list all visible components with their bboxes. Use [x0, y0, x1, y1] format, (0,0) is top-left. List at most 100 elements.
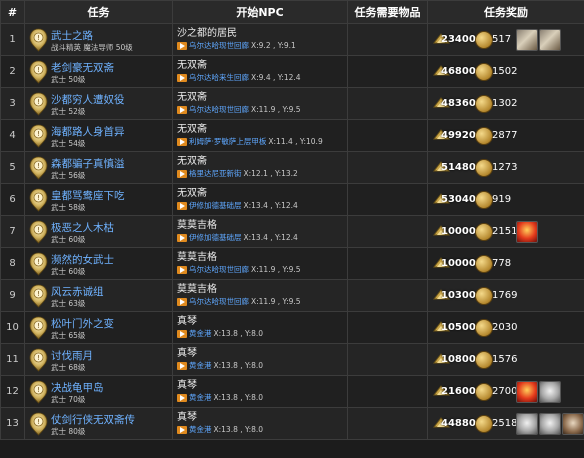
quest-name-link[interactable]: 老剑豪无双斋	[51, 60, 114, 75]
npc-zone[interactable]: 格里达尼亚新街	[189, 168, 242, 180]
quest-name-link[interactable]: 皇都骂鸯座下吃	[51, 188, 125, 203]
quest-requirement: 武士 60级	[51, 235, 86, 244]
table-row: 11 ! 讨伐雨月 武士 68级 真琴 黄金港 X:13.8 , Y:8.0 1…	[0, 343, 584, 376]
npc-location[interactable]: 利姆萨·罗敏萨上层甲板 X:11.4 , Y:10.9	[177, 136, 347, 148]
table-row: 7 ! 极恶之人木枯 武士 60级 莫莫吉格 伊修加德基础层 X:13.4 , …	[0, 215, 584, 248]
npc-name: 真琴	[177, 348, 197, 359]
quest-icon: !	[28, 92, 49, 116]
red-item-icon[interactable]	[516, 381, 538, 403]
gil-coin-icon	[475, 159, 493, 177]
red-item-icon[interactable]	[516, 221, 538, 243]
header-quest: 任务	[24, 0, 173, 24]
map-marker-icon[interactable]	[177, 42, 187, 50]
npc-location[interactable]: 伊修加德基础层 X:13.4 , Y:12.4	[177, 200, 347, 212]
npc-location[interactable]: 黄金港 X:13.8 , Y:8.0	[177, 360, 347, 372]
map-marker-icon[interactable]	[177, 138, 187, 146]
quest-cell: ! 讨伐雨月 武士 68级	[24, 343, 173, 376]
map-marker-icon[interactable]	[177, 330, 187, 338]
npc-name: 莫莫吉格	[177, 284, 217, 295]
broadsword-item-icon[interactable]	[539, 29, 561, 51]
map-marker-icon[interactable]	[177, 426, 187, 434]
map-marker-icon[interactable]	[177, 170, 187, 178]
npc-cell: 莫莫吉格 伊修加德基础层 X:13.4 , Y:12.4	[172, 215, 348, 248]
grey-item-icon[interactable]	[516, 413, 538, 435]
quest-name-link[interactable]: 讨伐雨月	[51, 348, 93, 363]
quest-name-link[interactable]: 松叶门外之变	[51, 316, 114, 331]
npc-location[interactable]: 乌尔达哈现世回廊 X:11.9 , Y:9.5	[177, 264, 347, 276]
npc-location[interactable]: 乌尔达哈现世回廊 X:11.9 , Y:9.5	[177, 104, 347, 116]
npc-cell: 莫莫吉格 乌尔达哈现世回廊 X:11.9 , Y:9.5	[172, 279, 348, 312]
npc-name: 莫莫吉格	[177, 220, 217, 231]
rewards-cell: 53040 919	[427, 183, 584, 216]
exp-reward: 49920	[441, 130, 476, 141]
npc-location[interactable]: 格里达尼亚新街 X:12.1 , Y:13.2	[177, 168, 347, 180]
required-items-cell	[347, 151, 428, 184]
rewards-cell: 49920 2877	[427, 119, 584, 152]
map-marker-icon[interactable]	[177, 106, 187, 114]
gil-reward: 1273	[492, 162, 518, 173]
npc-location[interactable]: 乌尔达哈现世回廊 X:9.2 , Y:9.1	[177, 40, 347, 52]
grey-item-icon[interactable]	[539, 381, 561, 403]
npc-cell: 真琴 黄金港 X:13.8 , Y:8.0	[172, 375, 348, 408]
brown-item-icon[interactable]	[562, 413, 584, 435]
npc-location[interactable]: 乌尔达哈来生回廊 X:9.4 , Y:12.4	[177, 72, 347, 84]
row-number: 7	[0, 215, 25, 248]
svg-text:!: !	[37, 386, 40, 394]
map-marker-icon[interactable]	[177, 234, 187, 242]
quest-name-link[interactable]: 极恶之人木枯	[51, 220, 114, 235]
svg-text:!: !	[37, 322, 40, 330]
quest-requirement: 武士 70级	[51, 395, 86, 404]
required-items-cell	[347, 343, 428, 376]
npc-zone[interactable]: 利姆萨·罗敏萨上层甲板	[189, 136, 266, 148]
quest-name-link[interactable]: 仗剑行侠无双斋传	[51, 412, 135, 427]
npc-location[interactable]: 乌尔达哈现世回廊 X:11.9 , Y:9.5	[177, 296, 347, 308]
svg-text:!: !	[37, 226, 40, 234]
npc-location[interactable]: 伊修加德基础层 X:13.4 , Y:12.4	[177, 232, 347, 244]
map-marker-icon[interactable]	[177, 298, 187, 306]
npc-zone[interactable]: 乌尔达哈现世回廊	[189, 264, 249, 276]
quest-cell: ! 皇都骂鸯座下吃 武士 58级	[24, 183, 173, 216]
quest-name-link[interactable]: 风云赤诚组	[51, 284, 104, 299]
svg-text:!: !	[37, 194, 40, 202]
npc-zone[interactable]: 黄金港	[189, 424, 212, 436]
gil-reward: 778	[492, 258, 512, 269]
npc-zone[interactable]: 乌尔达哈现世回廊	[189, 40, 249, 52]
map-marker-icon[interactable]	[177, 266, 187, 274]
npc-name: 无双斋	[177, 156, 207, 167]
npc-zone[interactable]: 乌尔达哈来生回廊	[189, 72, 249, 84]
map-marker-icon[interactable]	[177, 362, 187, 370]
npc-cell: 真琴 黄金港 X:13.8 , Y:8.0	[172, 311, 348, 344]
npc-zone[interactable]: 伊修加德基础层	[189, 232, 242, 244]
npc-zone[interactable]: 黄金港	[189, 360, 212, 372]
quest-icon: !	[28, 316, 49, 340]
sword-item-icon[interactable]	[516, 29, 538, 51]
table-row: 8 ! 濒然的女武士 武士 60级 莫莫吉格 乌尔达哈现世回廊 X:11.9 ,…	[0, 247, 584, 280]
grey-item-icon[interactable]	[539, 413, 561, 435]
npc-zone[interactable]: 黄金港	[189, 328, 212, 340]
quest-name-link[interactable]: 决战龟甲岛	[51, 380, 104, 395]
quest-cell: ! 森都骗子真慎溢 武士 56级	[24, 151, 173, 184]
npc-zone[interactable]: 伊修加德基础层	[189, 200, 242, 212]
map-marker-icon[interactable]	[177, 74, 187, 82]
npc-location[interactable]: 黄金港 X:13.8 , Y:8.0	[177, 328, 347, 340]
map-marker-icon[interactable]	[177, 202, 187, 210]
npc-zone[interactable]: 乌尔达哈现世回廊	[189, 296, 249, 308]
npc-zone[interactable]: 黄金港	[189, 392, 212, 404]
quest-name-link[interactable]: 濒然的女武士	[51, 252, 114, 267]
npc-zone[interactable]: 乌尔达哈现世回廊	[189, 104, 249, 116]
npc-coordinates: X:9.4 , Y:12.4	[251, 73, 301, 82]
npc-cell: 真琴 黄金港 X:13.8 , Y:8.0	[172, 407, 348, 440]
quest-name-link[interactable]: 沙都穷人遭奴役	[51, 92, 125, 107]
quest-name-link[interactable]: 森都骗子真慎溢	[51, 156, 125, 171]
gil-coin-icon	[475, 127, 493, 145]
quest-name-link[interactable]: 海都路人身首异	[51, 124, 125, 139]
npc-cell: 无双斋 利姆萨·罗敏萨上层甲板 X:11.4 , Y:10.9	[172, 119, 348, 152]
map-marker-icon[interactable]	[177, 394, 187, 402]
table-header: # 任务 开始NPC 任务需要物品 任务奖励	[0, 0, 584, 24]
npc-location[interactable]: 黄金港 X:13.8 , Y:8.0	[177, 392, 347, 404]
gil-reward: 2518	[492, 418, 518, 429]
row-number: 4	[0, 119, 25, 152]
npc-location[interactable]: 黄金港 X:13.8 , Y:8.0	[177, 424, 347, 436]
quest-requirement: 武士 56级	[51, 171, 86, 180]
quest-name-link[interactable]: 武士之路	[51, 28, 93, 43]
